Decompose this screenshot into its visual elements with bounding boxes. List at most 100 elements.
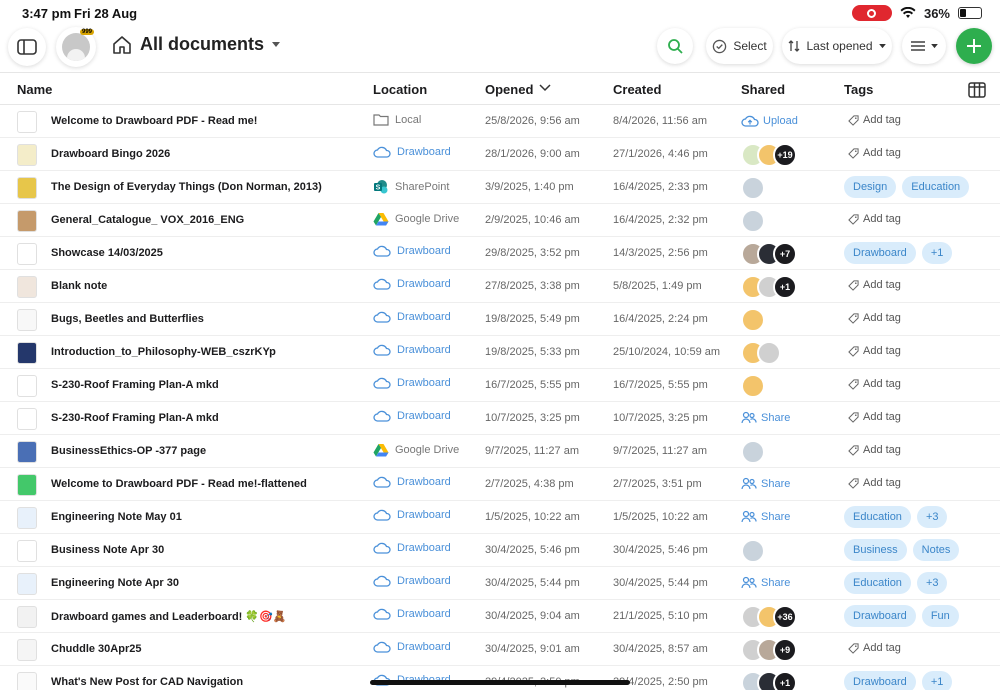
- document-name[interactable]: Introduction_to_Philosophy-WEB_cszrKYp: [51, 346, 276, 358]
- table-row[interactable]: What's New Post for CAD Navigation Drawbo…: [0, 666, 1000, 690]
- document-thumbnail[interactable]: [17, 540, 37, 562]
- tag-chip[interactable]: Drawboard: [844, 671, 916, 690]
- document-name[interactable]: Welcome to Drawboard PDF - Read me!: [51, 115, 257, 127]
- document-name[interactable]: BusinessEthics-OP -377 page: [51, 445, 206, 457]
- add-tag-button[interactable]: Add tag: [848, 213, 901, 225]
- tag-chip[interactable]: Notes: [912, 539, 960, 561]
- tag-chip[interactable]: Education: [844, 572, 911, 594]
- shared-avatars[interactable]: [741, 440, 765, 464]
- document-thumbnail[interactable]: [17, 672, 37, 690]
- document-name[interactable]: General_Catalogue_ VOX_2016_ENG: [51, 214, 244, 226]
- document-thumbnail[interactable]: [17, 243, 37, 265]
- document-thumbnail[interactable]: [17, 342, 37, 364]
- table-row[interactable]: General_Catalogue_ VOX_2016_ENG Google Dr…: [0, 204, 1000, 237]
- table-row[interactable]: Drawboard games and Leaderboard! 🍀🎯🧸 Draw…: [0, 600, 1000, 633]
- add-tag-button[interactable]: Add tag: [848, 147, 901, 159]
- table-row[interactable]: Introduction_to_Philosophy-WEB_cszrKYp Dr…: [0, 336, 1000, 369]
- shared-avatars[interactable]: [741, 341, 781, 365]
- document-thumbnail[interactable]: [17, 474, 37, 496]
- document-thumbnail[interactable]: [17, 606, 37, 628]
- document-name[interactable]: Chuddle 30Apr25: [51, 643, 141, 655]
- shared-avatars[interactable]: +1: [741, 671, 797, 690]
- tag-chip[interactable]: Education: [902, 176, 970, 198]
- document-thumbnail[interactable]: [17, 507, 37, 529]
- share-button[interactable]: Share: [741, 576, 790, 589]
- shared-avatars[interactable]: +1: [741, 275, 797, 299]
- add-tag-button[interactable]: Add tag: [848, 378, 901, 390]
- table-row[interactable]: Showcase 14/03/2025 Drawboard 29/8/2025, 3…: [0, 237, 1000, 270]
- table-row[interactable]: BusinessEthics-OP -377 page Google Drive 9…: [0, 435, 1000, 468]
- share-button[interactable]: Share: [741, 510, 790, 523]
- shared-avatars[interactable]: [741, 308, 765, 332]
- tag-chip[interactable]: +3: [916, 572, 948, 594]
- document-thumbnail[interactable]: [17, 375, 37, 397]
- document-name[interactable]: Drawboard Bingo 2026: [51, 148, 170, 160]
- table-row[interactable]: The Design of Everyday Things (Don Norma…: [0, 171, 1000, 204]
- table-row[interactable]: Chuddle 30Apr25 Drawboard 30/4/2025, 9:01 …: [0, 633, 1000, 666]
- document-thumbnail[interactable]: [17, 408, 37, 430]
- column-header-opened[interactable]: Opened: [485, 82, 533, 97]
- table-row[interactable]: Drawboard Bingo 2026 Drawboard 28/1/2026, …: [0, 138, 1000, 171]
- table-row[interactable]: Welcome to Drawboard PDF - Read me! Local…: [0, 105, 1000, 138]
- shared-avatars[interactable]: [741, 374, 765, 398]
- shared-avatars[interactable]: [741, 539, 765, 563]
- account-avatar-button[interactable]: 999: [56, 27, 96, 67]
- document-name[interactable]: Drawboard games and Leaderboard! 🍀🎯🧸: [51, 610, 286, 623]
- add-tag-button[interactable]: Add tag: [848, 312, 901, 324]
- tag-chip[interactable]: Drawboard: [844, 242, 916, 264]
- add-tag-button[interactable]: Add tag: [848, 477, 901, 489]
- shared-avatars[interactable]: +19: [741, 143, 797, 167]
- document-name[interactable]: S-230-Roof Framing Plan-A mkd: [51, 379, 219, 391]
- add-tag-button[interactable]: Add tag: [848, 279, 901, 291]
- table-row[interactable]: Bugs, Beetles and Butterflies Drawboard 19…: [0, 303, 1000, 336]
- tag-chip[interactable]: +3: [916, 506, 948, 528]
- document-thumbnail[interactable]: [17, 309, 37, 331]
- document-name[interactable]: Blank note: [51, 280, 107, 292]
- column-header-created[interactable]: Created: [613, 82, 661, 97]
- view-options-button[interactable]: [902, 28, 946, 64]
- document-name[interactable]: The Design of Everyday Things (Don Norma…: [51, 181, 322, 193]
- add-tag-button[interactable]: Add tag: [848, 345, 901, 357]
- shared-avatars[interactable]: [741, 176, 765, 200]
- share-button[interactable]: Share: [741, 411, 790, 424]
- column-header-location[interactable]: Location: [373, 82, 427, 97]
- home-indicator[interactable]: [370, 680, 630, 685]
- share-button[interactable]: Share: [741, 477, 790, 490]
- upload-button[interactable]: Upload: [741, 114, 798, 127]
- tag-chip[interactable]: +1: [921, 671, 953, 690]
- tag-chip[interactable]: +1: [921, 242, 953, 264]
- sort-descending-icon[interactable]: [539, 84, 551, 92]
- document-name[interactable]: S-230-Roof Framing Plan-A mkd: [51, 412, 219, 424]
- table-row[interactable]: Business Note Apr 30 Drawboard 30/4/2025, …: [0, 534, 1000, 567]
- document-name[interactable]: Engineering Note Apr 30: [51, 577, 179, 589]
- sort-button[interactable]: Last opened: [782, 28, 892, 64]
- document-name[interactable]: Business Note Apr 30: [51, 544, 164, 556]
- document-thumbnail[interactable]: [17, 177, 37, 199]
- add-tag-button[interactable]: Add tag: [848, 114, 901, 126]
- table-row[interactable]: Engineering Note Apr 30 Drawboard 30/4/202…: [0, 567, 1000, 600]
- table-row[interactable]: S-230-Roof Framing Plan-A mkd Drawboard 10…: [0, 402, 1000, 435]
- table-row[interactable]: Welcome to Drawboard PDF - Read me!-flat…: [0, 468, 1000, 501]
- column-settings-icon[interactable]: [968, 82, 986, 98]
- table-row[interactable]: S-230-Roof Framing Plan-A mkd Drawboard 16…: [0, 369, 1000, 402]
- document-thumbnail[interactable]: [17, 144, 37, 166]
- tag-chip[interactable]: Design: [844, 176, 897, 198]
- document-name[interactable]: What's New Post for CAD Navigation: [51, 676, 243, 688]
- table-row[interactable]: Blank note Drawboard 27/8/2025, 3:38 pm 5/8…: [0, 270, 1000, 303]
- column-header-tags[interactable]: Tags: [844, 82, 873, 97]
- column-header-name[interactable]: Name: [17, 82, 52, 97]
- tag-chip[interactable]: Education: [844, 506, 911, 528]
- shared-avatars[interactable]: +7: [741, 242, 797, 266]
- document-thumbnail[interactable]: [17, 111, 37, 133]
- search-button[interactable]: [657, 28, 693, 64]
- title-dropdown[interactable]: All documents: [112, 34, 281, 55]
- document-name[interactable]: Engineering Note May 01: [51, 511, 182, 523]
- tag-chip[interactable]: Business: [844, 539, 907, 561]
- select-button[interactable]: Select: [706, 28, 773, 64]
- document-thumbnail[interactable]: [17, 210, 37, 232]
- document-thumbnail[interactable]: [17, 639, 37, 661]
- add-tag-button[interactable]: Add tag: [848, 444, 901, 456]
- tag-chip[interactable]: Fun: [921, 605, 959, 627]
- document-name[interactable]: Welcome to Drawboard PDF - Read me!-flat…: [51, 478, 307, 490]
- document-thumbnail[interactable]: [17, 276, 37, 298]
